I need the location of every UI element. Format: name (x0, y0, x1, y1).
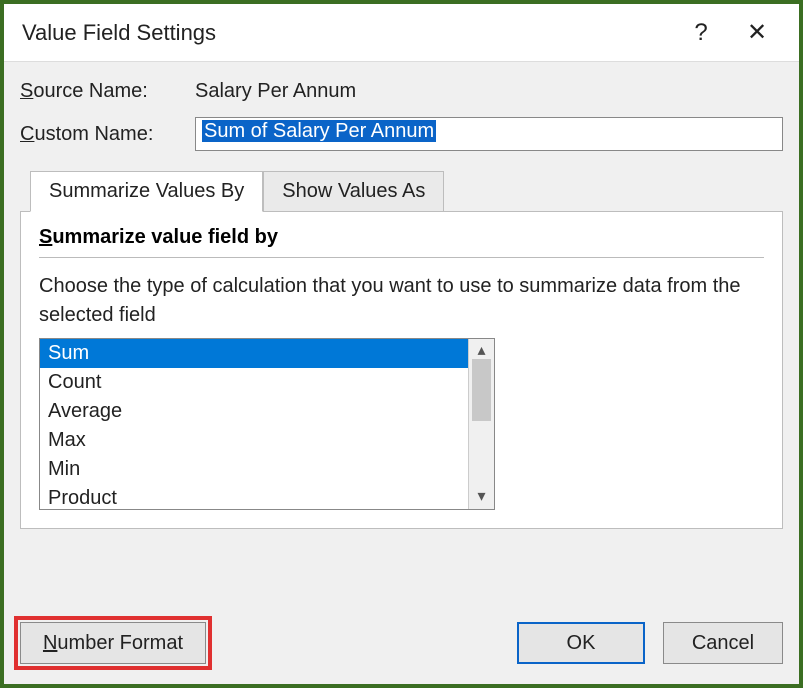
tab-show-values-as[interactable]: Show Values As (263, 171, 444, 212)
custom-name-row: Custom Name: Sum of Salary Per Annum (20, 117, 783, 151)
close-button[interactable]: ✕ (733, 9, 781, 57)
custom-name-selection: Sum of Salary Per Annum (202, 120, 436, 142)
scroll-down-icon[interactable]: ▾ (477, 489, 485, 505)
list-item[interactable]: Count (40, 368, 468, 397)
dialog-frame: Value Field Settings ? ✕ Source Name: Sa… (0, 0, 803, 688)
dialog-body: Source Name: Salary Per Annum Custom Nam… (4, 62, 799, 602)
cancel-button[interactable]: Cancel (663, 622, 783, 664)
source-name-value: Salary Per Annum (195, 80, 356, 103)
source-name-row: Source Name: Salary Per Annum (20, 80, 783, 103)
list-item[interactable]: Max (40, 426, 468, 455)
scroll-track[interactable] (469, 359, 494, 489)
tab-summarize-values-by[interactable]: Summarize Values By (30, 171, 263, 212)
source-name-label: Source Name: (20, 80, 195, 103)
listbox-items: Sum Count Average Max Min Product (40, 339, 468, 509)
tab-panel-summarize: Summarize value field by Choose the type… (20, 211, 783, 529)
section-heading: Summarize value field by (39, 226, 764, 258)
section-help-text: Choose the type of calculation that you … (39, 272, 764, 330)
titlebar: Value Field Settings ? ✕ (4, 4, 799, 62)
list-item[interactable]: Min (40, 455, 468, 484)
listbox-scrollbar[interactable]: ▴ ▾ (468, 339, 494, 509)
number-format-button[interactable]: Number Format (20, 622, 206, 664)
list-item[interactable]: Product (40, 484, 468, 509)
custom-name-input[interactable]: Sum of Salary Per Annum (195, 117, 783, 151)
list-item[interactable]: Average (40, 397, 468, 426)
dialog-footer: Number Format OK Cancel (4, 602, 799, 684)
custom-name-label: Custom Name: (20, 123, 195, 146)
scroll-thumb[interactable] (472, 359, 491, 421)
tabstrip: Summarize Values By Show Values As (20, 171, 783, 212)
list-item[interactable]: Sum (40, 339, 468, 368)
scroll-up-icon[interactable]: ▴ (477, 343, 485, 359)
value-field-settings-dialog: Value Field Settings ? ✕ Source Name: Sa… (4, 4, 799, 684)
ok-button[interactable]: OK (517, 622, 645, 664)
calculation-type-listbox[interactable]: Sum Count Average Max Min Product ▴ ▾ (39, 338, 495, 510)
help-button[interactable]: ? (677, 9, 725, 57)
dialog-title: Value Field Settings (22, 20, 669, 46)
